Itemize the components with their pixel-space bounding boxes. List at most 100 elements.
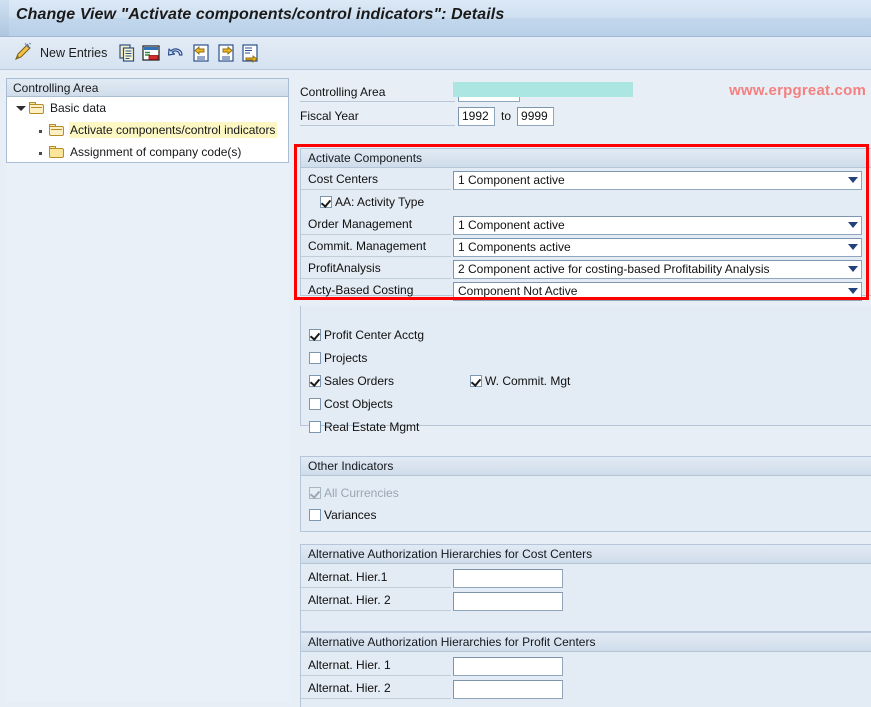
profit-analysis-dropdown[interactable]: 2 Component active for costing-based Pro… <box>453 259 862 279</box>
fiscal-year-row: Fiscal Year to <box>300 106 555 126</box>
activity-based-costing-value: Component Not Active <box>458 284 578 298</box>
activate-components-title: Activate Components <box>308 151 423 165</box>
new-entries-label: New Entries <box>40 46 108 60</box>
tree-item-assignment-of-company-codes[interactable]: Assignment of company code(s) <box>7 141 288 163</box>
copy-button[interactable] <box>116 41 138 65</box>
alt-hier-pc-2-label: Alternat. Hier. 2 <box>301 679 451 699</box>
chevron-down-icon[interactable] <box>15 102 27 114</box>
folder-icon <box>49 145 65 159</box>
chevron-down-icon[interactable] <box>844 283 861 300</box>
tree-item-label: Assignment of company code(s) <box>70 145 242 159</box>
other-indicators-title: Other Indicators <box>308 459 394 473</box>
tree-header: Controlling Area <box>6 78 289 97</box>
profit-analysis-row: ProfitAnalysis 2 Component active for co… <box>301 259 871 279</box>
profit-analysis-value: 2 Component active for costing-based Pro… <box>458 262 770 276</box>
bullet-icon <box>35 124 47 136</box>
order-management-label: Order Management <box>301 215 451 235</box>
cost-objects-label: Cost Objects <box>324 397 393 411</box>
next-entry-icon <box>215 42 237 64</box>
tree-header-label: Controlling Area <box>13 81 99 95</box>
chevron-down-icon[interactable] <box>844 172 861 189</box>
real-estate-mgmt-row[interactable]: Real Estate Mgmt <box>309 418 419 436</box>
alt-hier-profit-centers-title-bar: Alternative Authorization Hierarchies fo… <box>301 633 871 652</box>
undo-icon <box>165 42 187 64</box>
commitment-management-label: Commit. Management <box>301 237 451 257</box>
other-entry-icon <box>240 42 262 64</box>
real-estate-mgmt-checkbox[interactable] <box>309 421 321 433</box>
page-title: Change View "Activate components/control… <box>16 6 505 23</box>
previous-entry-button[interactable] <box>190 41 212 65</box>
controlling-area-label: Controlling Area <box>300 83 455 102</box>
variances-label: Variances <box>324 508 377 522</box>
sap-details-window: Change View "Activate components/control… <box>0 0 871 707</box>
profit-center-acctg-row[interactable]: Profit Center Acctg <box>309 326 424 344</box>
sales-orders-label: Sales Orders <box>324 374 395 388</box>
tree-item-activate-components[interactable]: Activate components/control indicators <box>7 119 288 141</box>
activity-based-costing-dropdown[interactable]: Component Not Active <box>453 281 862 301</box>
change-display-button[interactable] <box>12 41 34 65</box>
details-pane: Controlling Area Fiscal Year to Activate… <box>294 76 871 707</box>
delete-row-button[interactable] <box>140 41 162 65</box>
watermark-text: www.erpgreat.com <box>729 82 866 99</box>
with-commitment-mgt-row[interactable]: W. Commit. Mgt <box>470 372 570 390</box>
fiscal-year-from-input[interactable] <box>458 106 495 126</box>
alt-hier-pc-2-input[interactable] <box>453 679 563 699</box>
navigation-tree-panel: Controlling Area Basic data Activate com… <box>6 78 289 702</box>
all-currencies-checkbox <box>309 487 321 499</box>
aa-activity-type-label: AA: Activity Type <box>335 195 425 209</box>
variances-checkbox[interactable] <box>309 509 321 521</box>
alt-hier-pc-1-label: Alternat. Hier. 1 <box>301 656 451 676</box>
copy-icon <box>116 42 138 64</box>
alt-hier-cc-2-input[interactable] <box>453 591 563 611</box>
other-indicators-panel: Other Indicators All Currencies Variance… <box>300 456 871 532</box>
commitment-management-value: 1 Components active <box>458 240 571 254</box>
bullet-icon <box>35 146 47 158</box>
tree-body: Basic data Activate components/control i… <box>6 97 289 163</box>
profit-analysis-label: ProfitAnalysis <box>301 259 451 279</box>
undo-button[interactable] <box>165 41 187 65</box>
all-currencies-row: All Currencies <box>309 484 399 502</box>
tree-item-label: Activate components/control indicators <box>69 122 278 138</box>
cost-centers-row: Cost Centers 1 Component active <box>301 170 871 190</box>
chevron-down-icon[interactable] <box>844 239 861 256</box>
chevron-down-icon[interactable] <box>844 261 861 278</box>
new-entries-button[interactable]: New Entries <box>40 41 107 65</box>
alt-hier-cc-1-row: Alternat. Hier.1 <box>301 568 871 588</box>
alt-hier-pc-1-input[interactable] <box>453 656 563 676</box>
aa-activity-type-row[interactable]: AA: Activity Type <box>320 193 424 211</box>
alt-hier-pc-1-row: Alternat. Hier. 1 <box>301 656 871 676</box>
commitment-management-row: Commit. Management 1 Components active <box>301 237 871 257</box>
sales-orders-row[interactable]: Sales Orders <box>309 372 394 390</box>
pencil-wand-icon <box>12 42 34 64</box>
alt-hier-profit-centers-title: Alternative Authorization Hierarchies fo… <box>308 635 596 649</box>
alt-hierarchies-cost-centers-panel: Alternative Authorization Hierarchies fo… <box>300 544 871 632</box>
order-management-row: Order Management 1 Component active <box>301 215 871 235</box>
tree-item-basic-data[interactable]: Basic data <box>7 97 288 119</box>
activity-based-costing-row: Acty-Based Costing Component Not Active <box>301 281 871 301</box>
commitment-management-dropdown[interactable]: 1 Components active <box>453 237 862 257</box>
delete-row-icon <box>140 42 162 64</box>
previous-entry-icon <box>190 42 212 64</box>
with-commitment-mgt-label: W. Commit. Mgt <box>485 374 571 388</box>
activity-based-costing-label: Acty-Based Costing <box>308 283 414 297</box>
order-management-dropdown[interactable]: 1 Component active <box>453 215 862 235</box>
alt-hier-cc-1-input[interactable] <box>453 568 563 588</box>
chevron-down-icon[interactable] <box>844 217 861 234</box>
variances-row[interactable]: Variances <box>309 506 376 524</box>
sales-orders-checkbox[interactable] <box>309 375 321 387</box>
profit-center-acctg-checkbox[interactable] <box>309 329 321 341</box>
activate-components-title-bar: Activate Components <box>301 149 871 168</box>
aa-activity-type-checkbox[interactable] <box>320 196 332 208</box>
projects-row[interactable]: Projects <box>309 349 367 367</box>
next-entry-button[interactable] <box>215 41 237 65</box>
folder-open-icon <box>49 123 65 137</box>
projects-checkbox[interactable] <box>309 352 321 364</box>
folder-open-icon <box>29 101 45 115</box>
controlling-area-redaction-overlay <box>453 82 633 97</box>
cost-objects-checkbox[interactable] <box>309 398 321 410</box>
cost-centers-dropdown[interactable]: 1 Component active <box>453 170 862 190</box>
with-commitment-mgt-checkbox[interactable] <box>470 375 482 387</box>
other-entry-button[interactable] <box>240 41 262 65</box>
cost-objects-row[interactable]: Cost Objects <box>309 395 393 413</box>
fiscal-year-to-input[interactable] <box>517 106 555 126</box>
